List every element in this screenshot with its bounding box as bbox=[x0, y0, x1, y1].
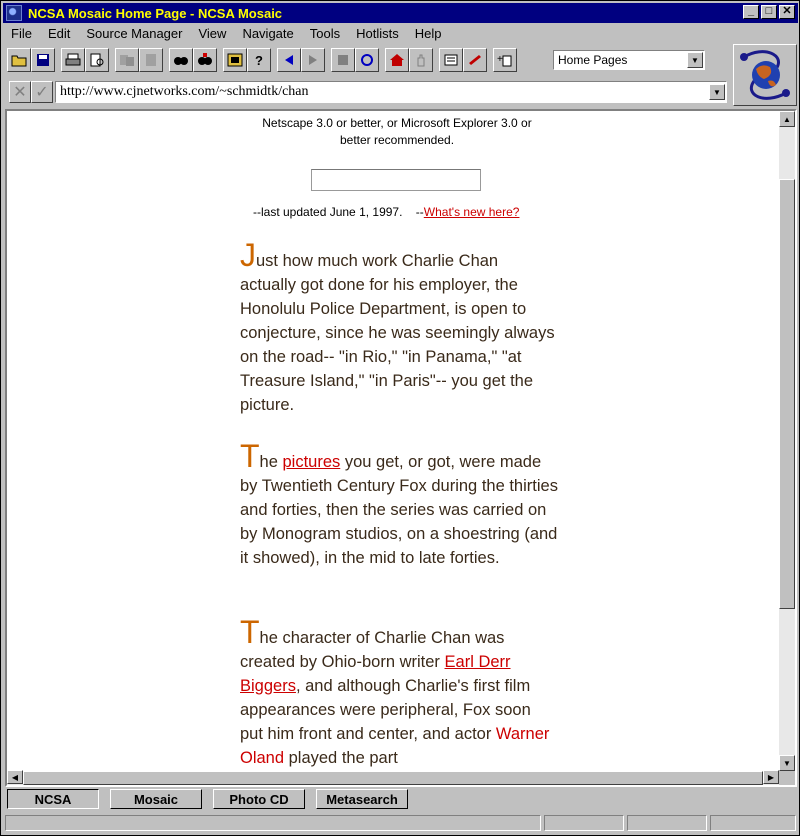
mosaic-app-icon[interactable] bbox=[6, 5, 22, 21]
drop-cap-t-2: T bbox=[240, 614, 260, 650]
scroll-down-icon[interactable]: ▼ bbox=[779, 755, 795, 771]
paragraph-2-pre: he bbox=[259, 453, 283, 471]
scroll-corner bbox=[779, 771, 795, 785]
stop-loading-icon[interactable] bbox=[331, 48, 355, 72]
paragraph-3-post: played the part bbox=[284, 749, 398, 767]
scroll-up-icon[interactable]: ▲ bbox=[779, 111, 795, 127]
browser-note-line-2: better recommended. bbox=[339, 133, 455, 147]
help-icon[interactable]: ? bbox=[247, 48, 271, 72]
print-preview-icon[interactable] bbox=[85, 48, 109, 72]
status-bar bbox=[5, 815, 797, 833]
toolbar: ? + bbox=[7, 46, 523, 74]
maximize-button[interactable]: □ bbox=[761, 5, 777, 19]
photo-cd-button[interactable]: Photo CD bbox=[213, 789, 305, 809]
menu-bar: File Edit Source Manager View Navigate T… bbox=[3, 24, 723, 42]
forward-arrow-icon[interactable] bbox=[301, 48, 325, 72]
whats-new-link[interactable]: What's new here? bbox=[424, 205, 520, 219]
pictures-link[interactable]: pictures bbox=[282, 453, 340, 471]
mosaic-button[interactable]: Mosaic bbox=[110, 789, 202, 809]
cancel-x-icon[interactable]: ✕ bbox=[9, 81, 31, 103]
document-viewport: Netscape 3.0 or better, or Microsoft Exp… bbox=[5, 109, 797, 787]
last-updated-text: --last updated June 1, 1997. bbox=[253, 205, 403, 219]
hotlist-select-value: Home Pages bbox=[558, 53, 628, 67]
menu-hotlists[interactable]: Hotlists bbox=[348, 26, 407, 41]
svg-text:?: ? bbox=[255, 53, 263, 67]
hotlist-select[interactable]: Home Pages ▼ bbox=[553, 50, 705, 70]
svg-text:+: + bbox=[497, 54, 503, 65]
find-icon[interactable] bbox=[169, 48, 193, 72]
url-dropdown-chevron-icon[interactable]: ▼ bbox=[709, 84, 725, 100]
scroll-left-icon[interactable]: ◀ bbox=[7, 770, 23, 784]
scroll-right-icon[interactable]: ▶ bbox=[763, 770, 779, 784]
horizontal-scrollbar[interactable]: ◀ ▶ bbox=[7, 770, 779, 785]
menu-file[interactable]: File bbox=[3, 26, 40, 41]
add-to-hotlist-icon[interactable]: + bbox=[493, 48, 517, 72]
copy-icon[interactable] bbox=[115, 48, 139, 72]
browser-note-line-1: Netscape 3.0 or better, or Microsoft Exp… bbox=[262, 116, 532, 130]
status-pane-4 bbox=[710, 815, 796, 831]
url-text: http://www.cjnetworks.com/~schmidtk/chan bbox=[60, 84, 309, 99]
image-icon[interactable] bbox=[223, 48, 247, 72]
minimize-button[interactable]: _ bbox=[743, 5, 759, 19]
last-updated: --last updated June 1, 1997. --What's ne… bbox=[253, 205, 519, 219]
quick-link-bar: NCSA Mosaic Photo CD Metasearch bbox=[7, 789, 408, 813]
metasearch-button[interactable]: Metasearch bbox=[316, 789, 408, 809]
find-next-icon[interactable] bbox=[193, 48, 217, 72]
menu-tools[interactable]: Tools bbox=[302, 26, 348, 41]
menu-edit[interactable]: Edit bbox=[40, 26, 78, 41]
drop-cap-t: T bbox=[240, 438, 260, 474]
close-button[interactable]: ✕ bbox=[779, 5, 795, 19]
paragraph-2: The pictures you get, or got, were made … bbox=[240, 440, 558, 570]
reload-icon[interactable] bbox=[355, 48, 379, 72]
menu-navigate[interactable]: Navigate bbox=[234, 26, 301, 41]
url-field[interactable]: http://www.cjnetworks.com/~schmidtk/chan… bbox=[55, 81, 727, 103]
horizontal-scroll-thumb[interactable] bbox=[23, 771, 763, 785]
menu-view[interactable]: View bbox=[190, 26, 234, 41]
hotlist-book-icon[interactable] bbox=[439, 48, 463, 72]
url-action-buttons: ✕ ✓ bbox=[9, 81, 53, 103]
page-content: Netscape 3.0 or better, or Microsoft Exp… bbox=[7, 111, 779, 771]
paragraph-3: The character of Charlie Chan was create… bbox=[240, 616, 558, 770]
menu-help[interactable]: Help bbox=[407, 26, 450, 41]
paragraph-1: Just how much work Charlie Chan actually… bbox=[240, 239, 558, 417]
status-pane-2 bbox=[544, 815, 624, 831]
ncsa-button[interactable]: NCSA bbox=[7, 789, 99, 809]
home-icon[interactable] bbox=[385, 48, 409, 72]
open-folder-icon[interactable] bbox=[7, 48, 31, 72]
vertical-scroll-thumb[interactable] bbox=[779, 179, 795, 609]
paste-icon[interactable] bbox=[139, 48, 163, 72]
print-icon[interactable] bbox=[61, 48, 85, 72]
status-pane-3 bbox=[627, 815, 707, 831]
browser-note: Netscape 3.0 or better, or Microsoft Exp… bbox=[237, 115, 557, 149]
paragraph-1-text: ust how much work Charlie Chan actually … bbox=[240, 252, 555, 414]
confirm-check-icon[interactable]: ✓ bbox=[31, 81, 53, 103]
whats-new-prefix: -- bbox=[415, 205, 424, 219]
browser-window: NCSA Mosaic Home Page - NCSA Mosaic _ □ … bbox=[0, 0, 800, 836]
vertical-scrollbar[interactable]: ▲ ▼ bbox=[779, 111, 795, 771]
back-arrow-icon[interactable] bbox=[277, 48, 301, 72]
save-icon[interactable] bbox=[31, 48, 55, 72]
window-title: NCSA Mosaic Home Page - NCSA Mosaic bbox=[28, 5, 283, 21]
status-message-pane bbox=[5, 815, 541, 831]
mosaic-globe-logo bbox=[733, 44, 797, 106]
menu-source-manager[interactable]: Source Manager bbox=[78, 26, 190, 41]
hand-icon[interactable] bbox=[409, 48, 433, 72]
annotate-icon[interactable] bbox=[463, 48, 487, 72]
search-input[interactable] bbox=[311, 169, 481, 191]
chevron-down-icon[interactable]: ▼ bbox=[687, 52, 703, 68]
title-bar: NCSA Mosaic Home Page - NCSA Mosaic _ □ … bbox=[3, 3, 798, 23]
drop-cap-j: J bbox=[240, 237, 256, 273]
